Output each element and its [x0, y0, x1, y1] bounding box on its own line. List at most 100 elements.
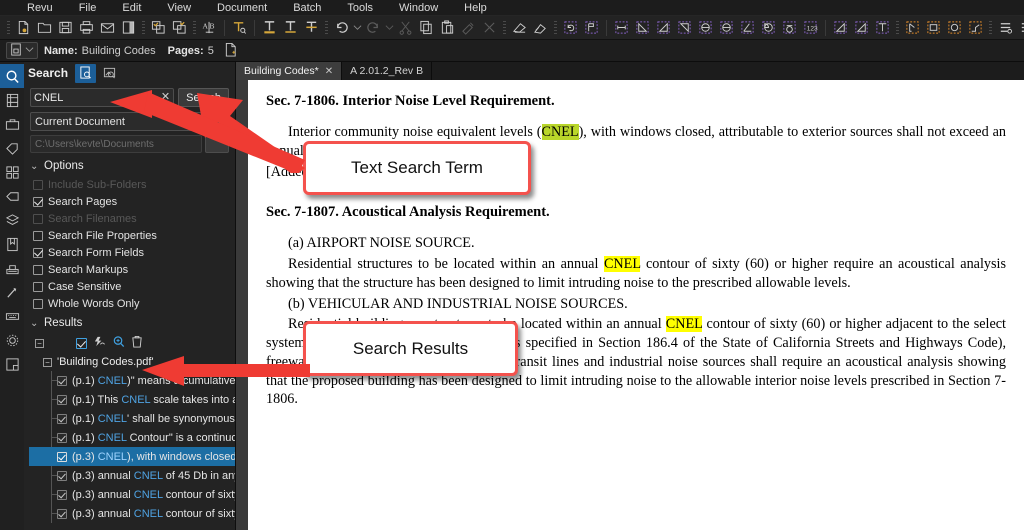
document-tab[interactable]: Building Codes* ✕ — [236, 62, 343, 80]
result-item[interactable]: (p.1) CNEL' shall be synonymous wit... — [29, 409, 235, 428]
area-cutout-icon[interactable] — [830, 17, 851, 38]
result-checkbox[interactable] — [57, 413, 67, 424]
highlight-text-icon[interactable] — [259, 17, 280, 38]
checkbox[interactable] — [33, 230, 43, 241]
dynamic-fill-icon[interactable] — [872, 17, 893, 38]
add-page-icon[interactable] — [224, 42, 238, 60]
menu-item-help[interactable]: Help — [451, 0, 500, 16]
checkbox[interactable] — [33, 196, 43, 207]
collapse-all-icon[interactable]: − — [35, 338, 44, 348]
menu-item-view[interactable]: View — [154, 0, 204, 16]
toolchest-icon[interactable] — [0, 112, 24, 136]
menu-item-window[interactable]: Window — [386, 0, 451, 16]
ellipse-measure-icon[interactable] — [944, 17, 965, 38]
checkbox[interactable] — [33, 298, 43, 309]
snapshot-icon[interactable] — [530, 17, 551, 38]
polyline-measure-icon[interactable] — [965, 17, 986, 38]
zoom-to-result-icon[interactable] — [112, 335, 125, 351]
studio-icon[interactable] — [0, 352, 24, 376]
result-item[interactable]: (p.1) CNEL Contour" is a continuous ... — [29, 428, 235, 447]
menu-item-edit[interactable]: Edit — [109, 0, 154, 16]
checkbox[interactable] — [33, 281, 43, 292]
stamps-icon[interactable] — [0, 256, 24, 280]
delete-icon[interactable] — [479, 17, 500, 38]
result-checkbox[interactable] — [57, 375, 67, 386]
result-checkbox[interactable] — [57, 508, 67, 519]
perimeter-measure-icon[interactable] — [674, 17, 695, 38]
erase-icon[interactable] — [509, 17, 530, 38]
diameter-measure-icon[interactable] — [695, 17, 716, 38]
radius-icon[interactable] — [758, 17, 779, 38]
option-whole-words-only[interactable]: Whole Words Only — [33, 295, 229, 312]
results-section-header[interactable]: ⌄ Results — [30, 317, 229, 329]
menu-item-document[interactable]: Document — [204, 0, 280, 16]
angle-measure-icon[interactable] — [632, 17, 653, 38]
collapse-file-icon[interactable]: − — [43, 357, 52, 367]
toolbar-drag-handle[interactable] — [7, 20, 10, 35]
checkbox[interactable] — [33, 264, 43, 275]
page-panel-icon[interactable] — [118, 17, 139, 38]
overlay-pages-icon[interactable] — [148, 17, 169, 38]
count-measure-icon[interactable]: 123 — [800, 17, 821, 38]
diameter-icon[interactable] — [716, 17, 737, 38]
result-checkbox[interactable] — [57, 451, 67, 462]
paste-icon[interactable] — [437, 17, 458, 38]
measure-settings-icon[interactable] — [1016, 17, 1024, 38]
signatures-icon[interactable] — [0, 232, 24, 256]
close-tab-icon[interactable]: ✕ — [325, 66, 333, 77]
text-search-tab-icon[interactable] — [75, 63, 97, 83]
rotate-measure-icon[interactable] — [560, 17, 581, 38]
result-checkbox[interactable] — [57, 432, 67, 443]
compare-documents-icon[interactable] — [169, 17, 190, 38]
rectangle-measure-icon[interactable] — [923, 17, 944, 38]
result-item[interactable]: (p.3) CNEL), with windows closed, at... — [29, 447, 235, 466]
text-search-icon[interactable] — [229, 17, 250, 38]
checkbox[interactable] — [33, 247, 43, 258]
email-icon[interactable] — [97, 17, 118, 38]
spell-check-icon[interactable]: AB — [199, 17, 220, 38]
redo-dropdown-icon[interactable] — [384, 17, 395, 38]
underline-text-icon[interactable] — [280, 17, 301, 38]
option-case-sensitive[interactable]: Case Sensitive — [33, 278, 229, 295]
apply-markup-icon[interactable] — [93, 336, 106, 351]
undo-icon[interactable] — [331, 17, 352, 38]
search-icon[interactable] — [0, 64, 24, 88]
redo-icon[interactable] — [363, 17, 384, 38]
thumbnails-icon[interactable] — [0, 88, 24, 112]
result-item[interactable]: (p.3) annual CNEL of 45 Db in any ha... — [29, 466, 235, 485]
bookmarks-icon[interactable] — [0, 184, 24, 208]
settings-gear-icon[interactable] — [0, 328, 24, 352]
length-measure-icon[interactable] — [611, 17, 632, 38]
polygon-measure-icon[interactable] — [902, 17, 923, 38]
strikeout-text-icon[interactable] — [301, 17, 322, 38]
tags-icon[interactable] — [0, 136, 24, 160]
angle-icon[interactable] — [737, 17, 758, 38]
volume-icon[interactable] — [779, 17, 800, 38]
format-painter-icon[interactable] — [458, 17, 479, 38]
document-tab[interactable]: A 2.01.2_Rev B — [342, 62, 433, 80]
copy-icon[interactable] — [416, 17, 437, 38]
save-icon[interactable] — [55, 17, 76, 38]
menu-item-batch[interactable]: Batch — [280, 0, 334, 16]
keyboard-icon[interactable] — [0, 304, 24, 328]
select-all-results-checkbox[interactable] — [76, 337, 87, 349]
area-fill-icon[interactable] — [851, 17, 872, 38]
visual-search-tab-icon[interactable] — [99, 64, 120, 83]
option-search-file-properties[interactable]: Search File Properties — [33, 227, 229, 244]
result-checkbox[interactable] — [57, 470, 67, 481]
calibrate-icon[interactable] — [581, 17, 602, 38]
result-item[interactable]: (p.3) annual CNEL contour of sixty (6... — [29, 485, 235, 504]
layers-icon[interactable] — [0, 208, 24, 232]
result-checkbox[interactable] — [57, 489, 67, 500]
print-icon[interactable] — [76, 17, 97, 38]
area-measure-icon[interactable] — [653, 17, 674, 38]
option-search-markups[interactable]: Search Markups — [33, 261, 229, 278]
menu-item-revu[interactable]: Revu — [14, 0, 66, 16]
new-document-icon[interactable] — [13, 17, 34, 38]
menu-item-file[interactable]: File — [66, 0, 110, 16]
undo-dropdown-icon[interactable] — [352, 17, 363, 38]
measurements-icon[interactable] — [0, 280, 24, 304]
cut-icon[interactable] — [395, 17, 416, 38]
open-folder-icon[interactable] — [34, 17, 55, 38]
sets-icon[interactable] — [0, 160, 24, 184]
